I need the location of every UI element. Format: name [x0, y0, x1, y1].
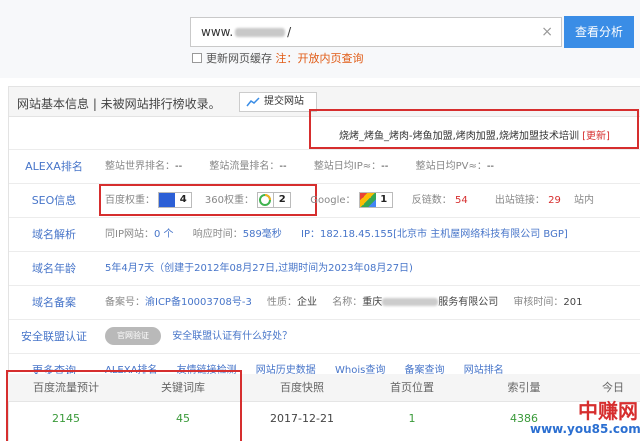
icp-row: 域名备案 备案号：渝ICP备10003708号-3 性质：企业 名称：重庆 服务有… — [9, 285, 640, 319]
analyze-button[interactable]: 查看分析 — [564, 16, 634, 48]
icp-number-value[interactable]: 渝ICP备10003708号-3 — [145, 297, 252, 308]
icp-nature-label: 性质： — [267, 297, 298, 308]
domain-age-row: 域名年龄 5年4月7天（创建于2012年08月27日,过期时间为2023年08月… — [9, 251, 640, 285]
ip-info[interactable]: IP：182.18.45.155[北京市 主机屋网络科技有限公司 BGP] — [301, 229, 568, 240]
icp-row-body: 备案号：渝ICP备10003708号-3 性质：企业 名称：重庆 服务有限公司 审… — [105, 286, 583, 319]
refresh-cache-label: 更新网页缓存 — [206, 52, 272, 65]
flow-rank-value: -- — [279, 161, 287, 172]
icp-time-label: 审核时间： — [513, 297, 564, 308]
seo-row: SEO信息 百度权重： 4 360权重： 2 Google： 1 反链数： 54… — [9, 183, 640, 217]
response-time-value: 589毫秒 — [242, 229, 282, 240]
icp-name-prefix: 重庆 — [362, 297, 383, 308]
baidu-paw-icon — [159, 193, 176, 207]
360-weight-value: 2 — [278, 194, 286, 205]
icp-name-label: 名称： — [332, 297, 363, 308]
icp-row-label: 域名备案 — [32, 296, 76, 309]
flow-rank-label: 整站流量排名： — [209, 161, 280, 172]
alexa-row-label: ALEXA排名 — [25, 160, 83, 173]
watermark-logo: 中赚网 www.you85.com — [530, 399, 640, 440]
stat-head-snapshot: 百度快照 — [242, 374, 362, 402]
dns-row-body: 同IP网站：0 个 响应时间：589毫秒 IP：182.18.45.155[北京… — [105, 218, 568, 251]
response-time-label: 响应时间： — [192, 229, 243, 240]
security-row-body: 官网验证 安全联盟认证有什么好处？ — [105, 320, 292, 353]
baidu-weight-value: 4 — [179, 194, 187, 205]
refresh-cache-row: 更新网页缓存 注：开放内页查询 — [192, 52, 364, 66]
security-row-label: 安全联盟认证 — [21, 330, 87, 343]
360-weight-label: 360权重： — [204, 195, 254, 206]
google-pr-badge[interactable]: 1 — [358, 192, 393, 208]
outlinks-value[interactable]: 29 — [548, 195, 561, 206]
daily-pv-label: 整站日均PV≈： — [415, 161, 487, 172]
dns-row-label: 域名解析 — [32, 228, 76, 241]
stat-val-snapshot: 2017-12-21 — [270, 412, 334, 425]
stat-val-position: 1 — [408, 412, 416, 425]
daily-pv-value: -- — [486, 161, 495, 172]
icp-name-suffix: 服务有限公司 — [438, 297, 499, 308]
daily-ip-label: 整站日均IP≈： — [313, 161, 382, 172]
watermark-url: www.you85.com — [530, 422, 640, 436]
same-ip-label: 同IP网站： — [105, 229, 154, 240]
security-seal[interactable]: 官网验证 — [105, 327, 161, 345]
inlinks-label: 站内 — [574, 195, 595, 206]
stat-col-position: 首页位置 1 — [362, 364, 462, 441]
panel-title: 网站基本信息 | 未被网站排行榜收录。 — [17, 97, 221, 111]
same-ip-value[interactable]: 0 个 — [154, 229, 174, 240]
clear-icon[interactable]: × — [541, 18, 553, 46]
google-logo-icon — [359, 193, 376, 207]
backlinks-value[interactable]: 54 — [455, 195, 468, 206]
icp-number-label: 备案号： — [105, 297, 145, 308]
url-suffix: / — [287, 25, 292, 39]
stats-highlight-box — [6, 370, 242, 441]
blurred-company-name — [382, 298, 439, 306]
domain-age-body: 5年4月7天（创建于2012年08月27日,过期时间为2023年08月27日) — [105, 252, 413, 285]
icp-time-value: 201 — [563, 297, 583, 308]
icp-nature-value: 企业 — [297, 297, 318, 308]
search-area: www. / × 查看分析 更新网页缓存 注：开放内页查询 — [0, 0, 640, 78]
seo-row-body: 百度权重： 4 360权重： 2 Google： 1 反链数： 54 出站链接：… — [105, 184, 594, 217]
360-weight-badge[interactable]: 2 — [257, 192, 292, 208]
dns-row: 域名解析 同IP网站：0 个 响应时间：589毫秒 IP：182.18.45.1… — [9, 217, 640, 251]
keywords-text: 烧烤_烤鱼_烤肉-烤鱼加盟,烤肉加盟,烧烤加盟技术培训 — [339, 131, 579, 142]
stat-col-snapshot: 百度快照 2017-12-21 — [242, 364, 362, 441]
backlinks-label: 反链数： — [411, 195, 452, 206]
submit-site-button[interactable]: 提交网站 — [239, 92, 317, 112]
daily-ip-value: -- — [381, 161, 389, 172]
stat-head-index: 索引量 — [462, 374, 586, 402]
baidu-weight-label: 百度权重： — [105, 195, 155, 206]
blurred-domain — [235, 28, 286, 37]
submit-site-label: 提交网站 — [264, 96, 304, 107]
security-info-link[interactable]: 安全联盟认证有什么好处？ — [172, 331, 292, 342]
domain-age-label: 域名年龄 — [32, 262, 76, 275]
360-logo-icon — [258, 193, 275, 207]
security-row: 安全联盟认证 官网验证 安全联盟认证有什么好处？ — [9, 319, 640, 353]
baidu-weight-badge[interactable]: 4 — [158, 192, 193, 208]
google-pr-value: 1 — [380, 194, 388, 205]
chart-icon — [246, 97, 260, 107]
world-rank-value: -- — [175, 161, 183, 172]
site-keywords: 烧烤_烤鱼_烤肉-烤鱼加盟,烤肉加盟,烧烤加盟技术培训 [更新] — [339, 127, 610, 142]
stat-head-position: 首页位置 — [362, 374, 462, 402]
watermark-cn: 中赚网 — [578, 399, 638, 423]
seo-row-label: SEO信息 — [31, 194, 77, 207]
google-label: Google： — [310, 195, 356, 206]
refresh-note: 注：开放内页查询 — [275, 52, 364, 65]
refresh-cache-checkbox[interactable] — [192, 53, 202, 63]
update-keywords-link[interactable]: [更新] — [582, 131, 610, 142]
domain-age-value: 5年4月7天（创建于2012年08月27日,过期时间为2023年08月27日) — [105, 263, 413, 274]
url-input[interactable]: www. / × — [190, 17, 562, 47]
url-prefix: www. — [201, 25, 234, 39]
stat-head-today: 今日 — [586, 374, 640, 402]
alexa-row: ALEXA排名 整站世界排名：-- 整站流量排名：-- 整站日均IP≈：-- 整… — [9, 149, 640, 183]
alexa-row-body: 整站世界排名：-- 整站流量排名：-- 整站日均IP≈：-- 整站日均PV≈：-… — [105, 150, 518, 183]
outlinks-label: 出站链接： — [494, 195, 545, 206]
world-rank-label: 整站世界排名： — [105, 161, 175, 172]
